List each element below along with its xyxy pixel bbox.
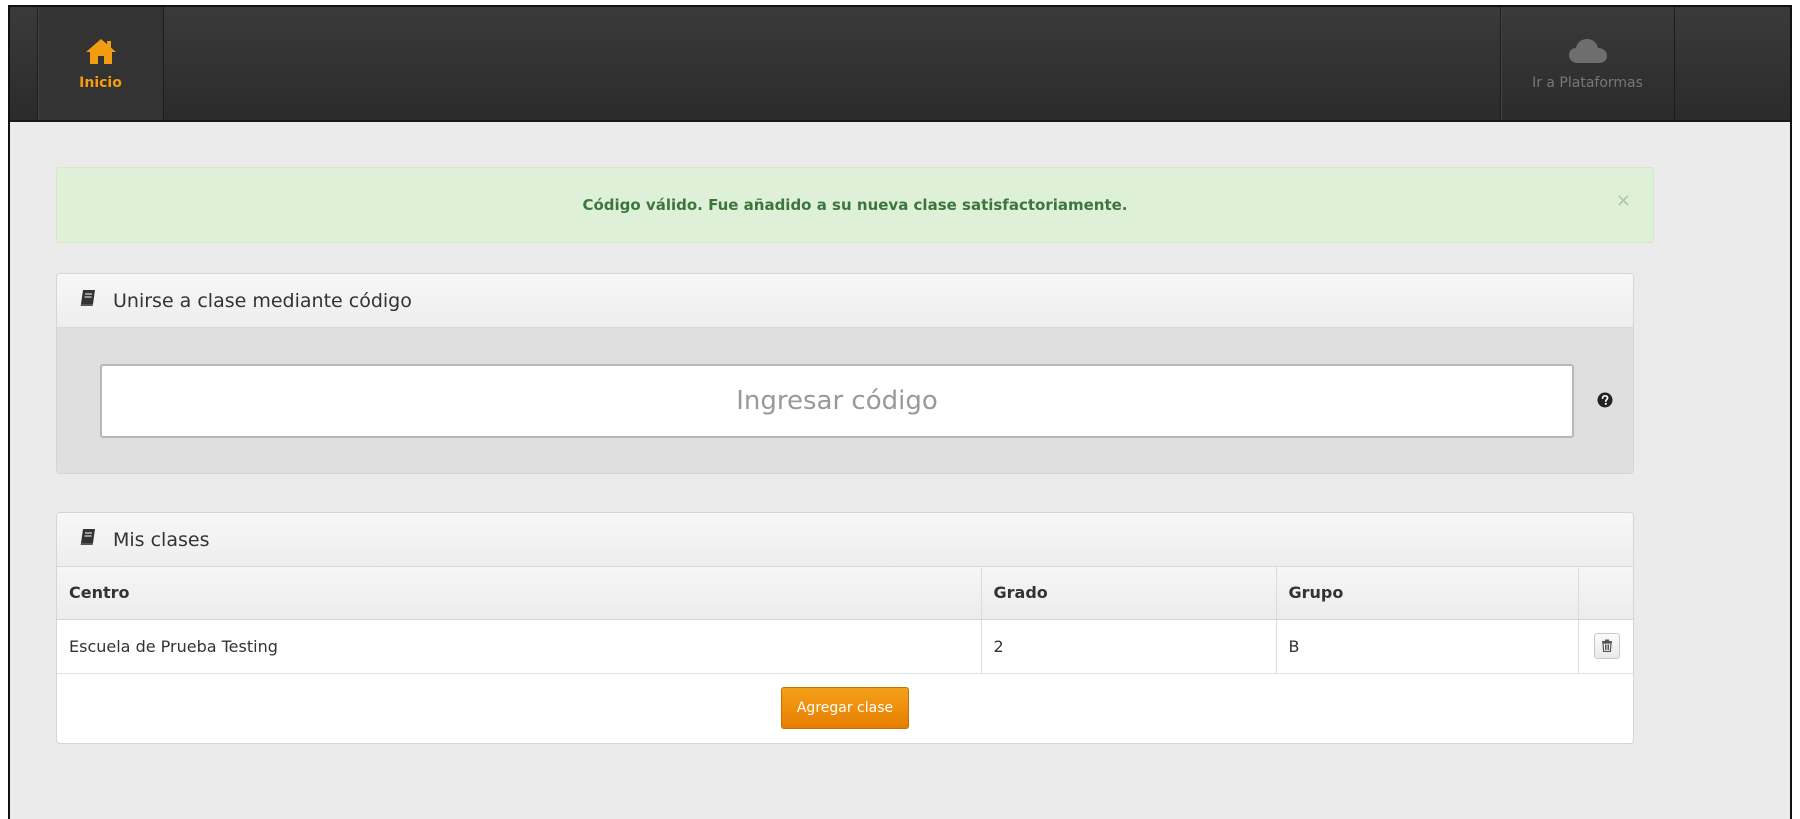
- delete-class-button[interactable]: [1593, 633, 1620, 659]
- join-class-body: [57, 328, 1633, 473]
- cell-grupo: B: [1275, 619, 1578, 674]
- success-alert: Código válido. Fue añadido a su nueva cl…: [56, 167, 1654, 243]
- column-header-centro: Centro: [57, 567, 981, 620]
- my-classes-heading: Mis clases: [57, 513, 1633, 567]
- column-header-grado: Grado: [980, 567, 1276, 620]
- my-classes-footer: Agregar clase: [57, 674, 1633, 742]
- trash-icon: [1601, 637, 1613, 656]
- top-navbar: Inicio Ir a Plataformas: [10, 7, 1790, 122]
- close-icon[interactable]: ×: [1616, 190, 1631, 211]
- cell-actions: [1577, 619, 1633, 674]
- cell-centro: Escuela de Prueba Testing: [57, 619, 981, 674]
- nav-platforms[interactable]: Ir a Plataformas: [1500, 7, 1675, 120]
- join-class-panel: Unirse a clase mediante código: [56, 273, 1634, 474]
- code-input[interactable]: [100, 364, 1574, 438]
- app-window: Inicio Ir a Plataformas Código válido. F…: [8, 5, 1792, 819]
- nav-platforms-label: Ir a Plataformas: [1532, 74, 1643, 91]
- classes-table: Centro Grado Grupo Escuela de Prueba Tes…: [57, 567, 1633, 674]
- cell-grado: 2: [980, 619, 1276, 674]
- book-icon: [79, 528, 113, 551]
- column-header-actions: [1577, 567, 1633, 620]
- cloud-icon: [1568, 37, 1608, 69]
- column-header-grupo: Grupo: [1275, 567, 1578, 620]
- join-class-heading: Unirse a clase mediante código: [57, 274, 1633, 328]
- book-icon: [79, 289, 113, 312]
- join-class-title: Unirse a clase mediante código: [113, 289, 412, 312]
- add-class-button[interactable]: Agregar clase: [780, 686, 910, 729]
- table-row: Escuela de Prueba Testing 2 B: [57, 619, 1633, 674]
- table-header-row: Centro Grado Grupo: [57, 567, 1633, 620]
- nav-home[interactable]: Inicio: [37, 7, 164, 120]
- home-icon: [85, 37, 117, 69]
- alert-message: Código válido. Fue añadido a su nueva cl…: [582, 196, 1128, 214]
- my-classes-title: Mis clases: [113, 528, 210, 551]
- nav-home-label: Inicio: [79, 74, 122, 91]
- my-classes-panel: Mis clases Centro Grado Grupo Escuela de…: [56, 512, 1634, 744]
- question-circle-icon[interactable]: [1597, 392, 1613, 412]
